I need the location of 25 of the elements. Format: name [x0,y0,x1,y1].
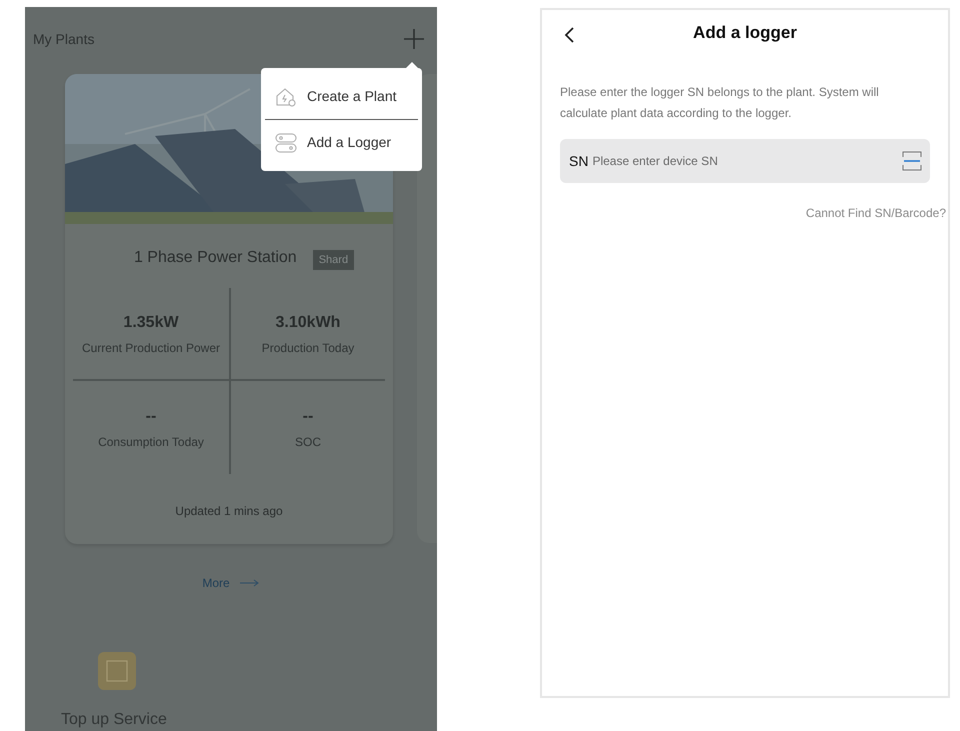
stat-label: SOC [294,434,321,450]
updated-time: Updated 1 mins ago [174,503,284,520]
logger-icon [275,132,297,152]
arrow-right-icon [240,579,260,587]
stat-value: -- [302,406,314,426]
add-icon[interactable] [403,28,425,50]
house-icon [275,86,297,106]
more-link[interactable]: More [202,574,230,592]
stat-label: Current Production Power [82,340,220,356]
plant-name: 1 Phase Power Station [134,248,297,268]
sn-input-field[interactable]: Please enter device SN [592,152,902,170]
scan-icon[interactable] [902,151,922,171]
instruction-text: Please enter the logger SN belongs to the plant. System will calculate plant data according to the logger. [560,84,880,122]
shared-tag: Shard [312,250,354,270]
menu-item[interactable]: Add a Logger [265,119,418,165]
page-title: Add a logger [692,22,798,44]
sn-field[interactable]: SN Please enter device SN [560,139,930,183]
page-title: My Plants [33,30,94,49]
stat-value: 1.35kW [123,312,179,332]
field-label: SN [569,152,588,170]
stat-value: -- [146,406,156,426]
help-link[interactable]: Cannot Find SN/Barcode? [560,204,946,222]
stat-value: 3.10kWh [276,312,340,332]
stat-label: Consumption Today [98,434,204,450]
stat-label: Production Today [262,340,354,356]
